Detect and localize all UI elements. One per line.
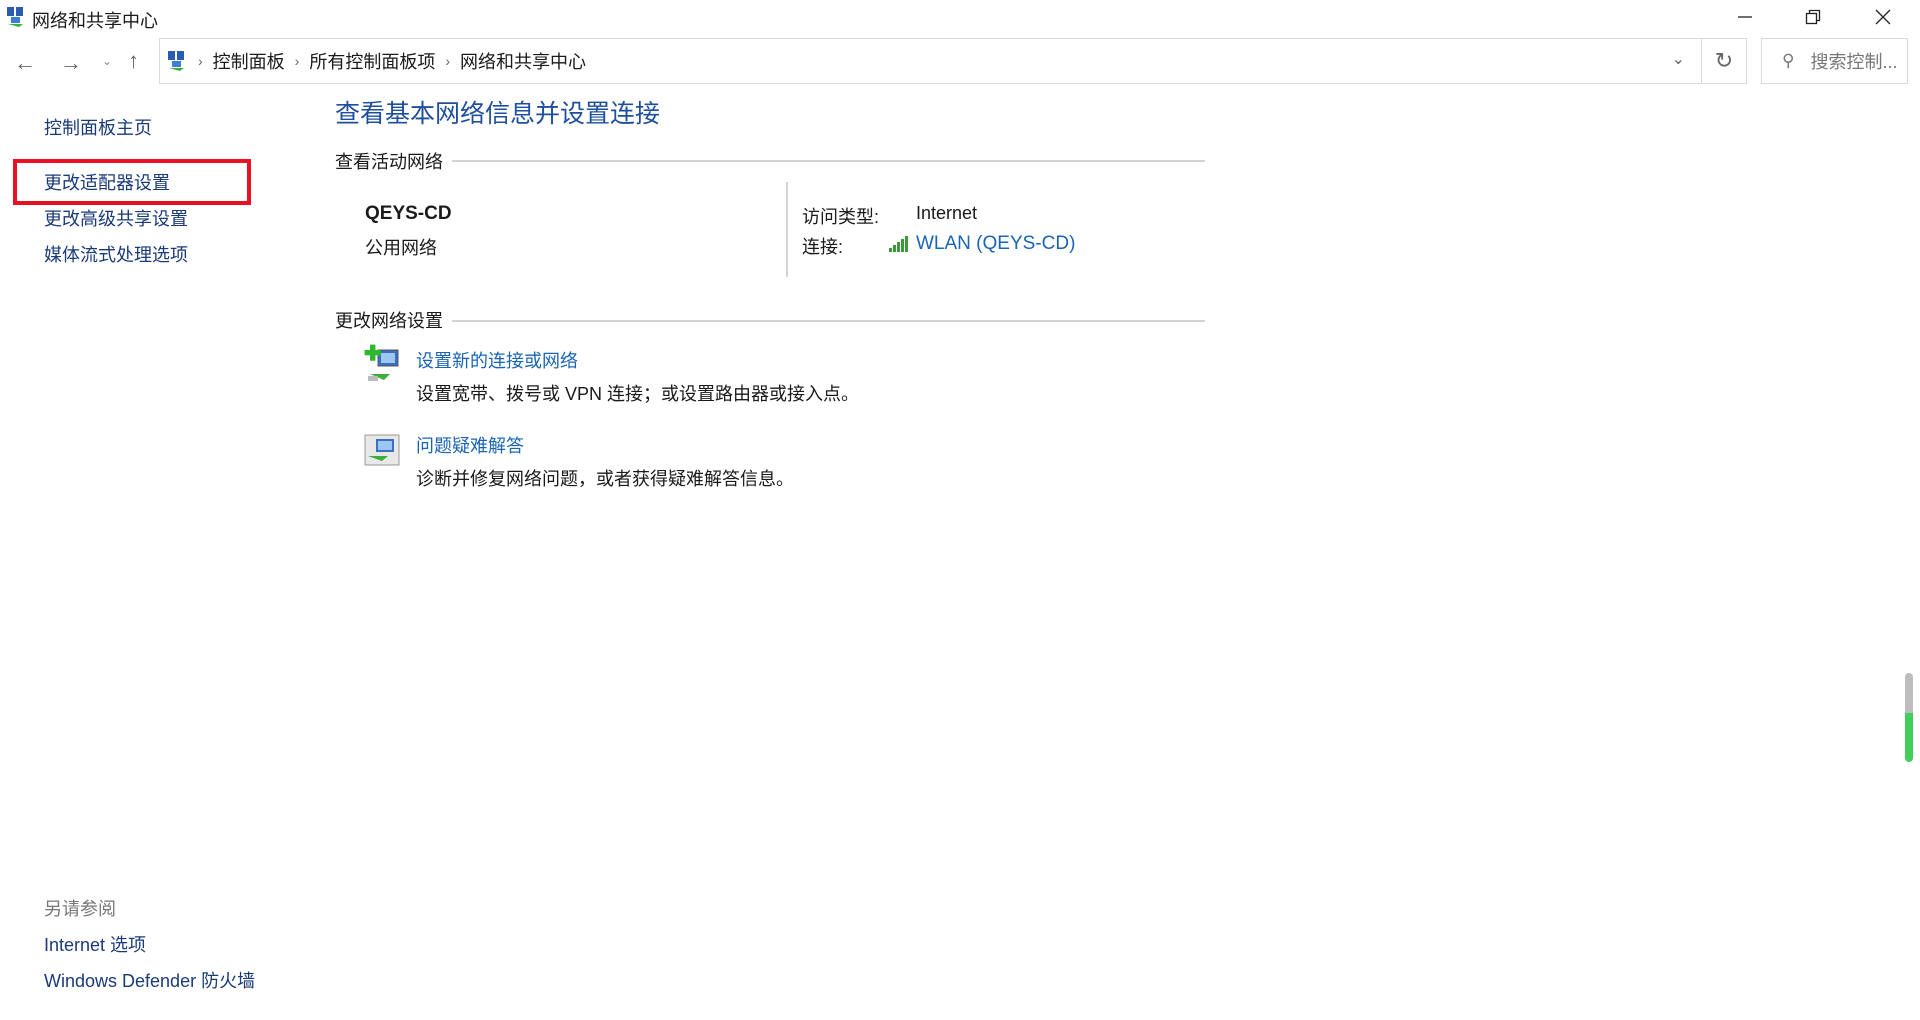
address-dropdown-icon[interactable]: ⌄ (1672, 49, 1685, 69)
back-button[interactable]: ← (14, 50, 36, 76)
setup-new-connection-link[interactable]: 设置新的连接或网络 (416, 347, 578, 373)
sidebar-item-advanced-sharing[interactable]: 更改高级共享设置 (44, 205, 188, 231)
address-bar[interactable]: › 控制面板 › 所有控制面板项 › 网络和共享中心 ⌄ (159, 38, 1702, 84)
setup-new-connection-desc: 设置宽带、拨号或 VPN 连接；或设置路由器或接入点。 (416, 380, 859, 406)
breadcrumb-control-panel[interactable]: 控制面板 (213, 48, 285, 74)
divider (452, 160, 1205, 162)
wlan-connection-link[interactable]: WLAN (QEYS-CD) (916, 233, 1075, 255)
active-networks-heading: 查看活动网络 (335, 148, 443, 174)
breadcrumb-all-items[interactable]: 所有控制面板项 (309, 48, 435, 74)
window-title: 网络和共享中心 (32, 7, 158, 33)
search-input[interactable]: ⚲ 搜索控制... (1761, 38, 1908, 84)
troubleshoot-desc: 诊断并修复网络问题，或者获得疑难解答信息。 (416, 465, 794, 491)
recent-locations-dropdown[interactable]: ⌄ (102, 54, 112, 68)
forward-button[interactable]: → (60, 50, 82, 76)
breadcrumb-separator[interactable]: › (445, 53, 450, 69)
connection-label: 连接: (802, 233, 843, 259)
close-button[interactable] (1850, 0, 1916, 34)
divider (452, 320, 1205, 322)
sidebar-item-change-adapter-settings[interactable]: 更改适配器设置 (44, 169, 170, 195)
scrollbar-thumb[interactable] (1905, 673, 1913, 762)
refresh-button[interactable]: ↻ (1701, 38, 1747, 84)
see-also-heading: 另请参阅 (44, 895, 116, 921)
vertical-divider (786, 182, 788, 277)
access-type-label: 访问类型: (802, 203, 879, 229)
search-placeholder: 搜索控制... (1810, 48, 1897, 74)
breadcrumb-separator[interactable]: › (198, 53, 203, 69)
network-type: 公用网络 (365, 234, 437, 260)
search-icon: ⚲ (1782, 51, 1794, 71)
change-settings-heading: 更改网络设置 (335, 307, 443, 333)
breadcrumb-separator[interactable]: › (295, 53, 300, 69)
troubleshoot-icon (364, 434, 400, 466)
up-button[interactable]: ↑ (128, 48, 139, 74)
sidebar-item-media-streaming[interactable]: 媒体流式处理选项 (44, 241, 188, 267)
see-also-firewall[interactable]: Windows Defender 防火墙 (44, 967, 255, 993)
sidebar-item-control-panel-home[interactable]: 控制面板主页 (44, 114, 152, 140)
new-connection-icon (364, 344, 402, 384)
wifi-signal-icon (888, 235, 910, 253)
network-center-icon (166, 50, 188, 72)
app-icon (5, 6, 27, 28)
see-also-internet-options[interactable]: Internet 选项 (44, 931, 146, 957)
troubleshoot-link[interactable]: 问题疑难解答 (416, 432, 524, 458)
page-title: 查看基本网络信息并设置连接 (335, 94, 660, 130)
access-type-value: Internet (916, 203, 977, 224)
restore-button[interactable] (1780, 0, 1846, 34)
breadcrumb-network-center[interactable]: 网络和共享中心 (460, 48, 586, 74)
minimize-button[interactable] (1712, 0, 1778, 34)
network-name: QEYS-CD (365, 203, 452, 225)
